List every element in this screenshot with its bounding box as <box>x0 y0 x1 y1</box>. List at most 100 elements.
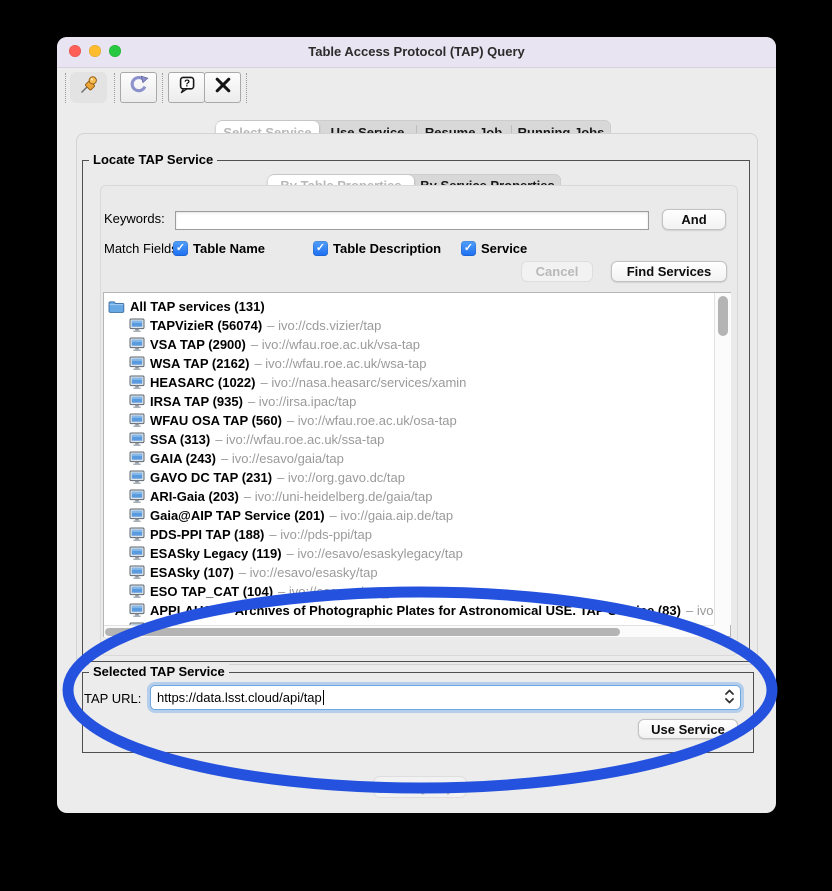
service-name: APPLAUSE – Archives of Photographic Plat… <box>150 603 681 618</box>
service-monitor-icon <box>129 375 145 390</box>
service-name: ESASky Legacy (119) <box>150 546 282 561</box>
help-icon: ? <box>177 75 197 100</box>
tap-url-combobox[interactable]: https://data.lsst.cloud/api/tap <box>150 685 741 710</box>
service-uri: – ivo://pds-ppi/tap <box>269 527 372 542</box>
keywords-input[interactable] <box>175 211 649 230</box>
service-monitor-icon <box>129 546 145 561</box>
service-name: WSA TAP (2162) <box>150 356 249 371</box>
folder-icon <box>108 300 125 314</box>
tree-row[interactable]: PDS-PPI TAP (188) – ivo://pds-ppi/tap <box>129 525 713 544</box>
match-field-table-name: ✓ Table Name <box>173 239 265 258</box>
checkbox-checked-icon[interactable]: ✓ <box>313 241 328 256</box>
reload-services-button[interactable] <box>120 72 157 103</box>
pin-window-button[interactable] <box>70 72 107 103</box>
scrollbar-corner <box>714 625 730 636</box>
find-services-button[interactable]: Find Services <box>611 261 727 282</box>
service-uri: – ivo://wfau.roe.ac.uk/vsa-tap <box>251 337 420 352</box>
cancel-button[interactable]: Cancel <box>521 261 593 282</box>
tree-row[interactable]: ESO TAP_CAT (104) – ivo://eso.org/tap_cat <box>129 582 713 601</box>
tap-url-value: https://data.lsst.cloud/api/tap <box>157 690 322 705</box>
tree-row[interactable]: HEASARC (1022) – ivo://nasa.heasarc/servi… <box>129 373 713 392</box>
service-uri: – ivo://cds.vizier/tap <box>267 318 381 333</box>
close-dialog-button[interactable] <box>204 72 241 103</box>
vertical-scrollbar-thumb[interactable] <box>718 296 728 336</box>
match-field-table-description: ✓ Table Description <box>313 239 441 258</box>
pushpin-icon <box>78 74 100 101</box>
horizontal-scrollbar[interactable] <box>104 625 714 637</box>
checkbox-label: Table Name <box>193 241 265 256</box>
tree-rows: All TAP services (131)TAPVizieR (56074)–… <box>104 293 713 625</box>
service-name: PDS-PPI TAP (188) <box>150 527 264 542</box>
service-uri: – ivo://www.p <box>686 603 713 618</box>
toolbar-separator <box>162 73 163 103</box>
help-button[interactable]: ? <box>168 72 205 103</box>
chevron-up-down-icon <box>723 687 736 709</box>
svg-text:?: ? <box>184 79 190 90</box>
window-title: Table Access Protocol (TAP) Query <box>57 37 776 67</box>
checkbox-label: Table Description <box>333 241 441 256</box>
tree-row[interactable]: Gaia@AIP TAP Service (201)– ivo://gaia.a… <box>129 506 713 525</box>
service-name: GAVO DC TAP (231) <box>150 470 272 485</box>
service-monitor-icon <box>129 413 145 428</box>
tree-row[interactable]: VSA TAP (2900)– ivo://wfau.roe.ac.uk/vsa… <box>129 335 713 354</box>
screenshot-canvas: Table Access Protocol (TAP) Query <box>0 0 832 891</box>
service-name: ESO TAP_CAT (104) <box>150 584 273 599</box>
match-fields-label: Match Fields: <box>104 239 181 258</box>
service-name: SSA (313) <box>150 432 210 447</box>
reload-icon <box>129 75 149 100</box>
service-name: TAPVizieR (56074) <box>150 318 262 333</box>
tree-root-all-tap-services[interactable]: All TAP services (131) <box>108 297 713 316</box>
service-monitor-icon <box>129 337 145 352</box>
tree-row[interactable]: APPLAUSE – Archives of Photographic Plat… <box>129 601 713 620</box>
run-query-button[interactable]: Run Query <box>373 776 467 798</box>
tree-row[interactable]: GAIA (243) – ivo://esavo/gaia/tap <box>129 449 713 468</box>
close-icon <box>213 75 233 100</box>
service-name: WFAU OSA TAP (560) <box>150 413 282 428</box>
selected-frame-title: Selected TAP Service <box>89 664 229 679</box>
tree-row[interactable]: WSA TAP (2162)– ivo://wfau.roe.ac.uk/wsa… <box>129 354 713 373</box>
vertical-scrollbar[interactable] <box>714 293 731 625</box>
use-service-button[interactable]: Use Service <box>638 719 738 739</box>
service-uri: – ivo://irsa.ipac/tap <box>248 394 356 409</box>
service-name: ESASky (107) <box>150 565 234 580</box>
toolbar-separator <box>246 73 247 103</box>
service-uri: – ivo://nasa.heasarc/services/xamin <box>260 375 466 390</box>
checkbox-checked-icon[interactable]: ✓ <box>173 241 188 256</box>
service-monitor-icon <box>129 470 145 485</box>
service-name: ARI-Gaia (203) <box>150 489 239 504</box>
service-monitor-icon <box>129 318 145 333</box>
service-name: HEASARC (1022) <box>150 375 255 390</box>
service-uri: – ivo://wfau.roe.ac.uk/osa-tap <box>287 413 457 428</box>
tree-row[interactable]: WFAU OSA TAP (560) – ivo://wfau.roe.ac.uk… <box>129 411 713 430</box>
tree-row[interactable]: ESASky (107) – ivo://esavo/esasky/tap <box>129 563 713 582</box>
tree-row[interactable]: ESASky Legacy (119) – ivo://esavo/esaskyl… <box>129 544 713 563</box>
service-monitor-icon <box>129 565 145 580</box>
service-monitor-icon <box>129 394 145 409</box>
tree-row[interactable]: SSA (313) – ivo://wfau.roe.ac.uk/ssa-tap <box>129 430 713 449</box>
tap-url-label: TAP URL: <box>84 687 141 711</box>
service-name: GAIA (243) <box>150 451 216 466</box>
tree-row[interactable]: GAVO DC TAP (231) – ivo://org.gavo.dc/tap <box>129 468 713 487</box>
service-uri: – ivo://eso.org/tap_cat <box>278 584 406 599</box>
service-monitor-icon <box>129 451 145 466</box>
tree-row[interactable]: IRSA TAP (935)– ivo://irsa.ipac/tap <box>129 392 713 411</box>
service-monitor-icon <box>129 356 145 371</box>
service-uri: – ivo://esavo/gaia/tap <box>221 451 344 466</box>
and-or-toggle-button[interactable]: And <box>662 209 726 230</box>
text-caret <box>323 690 325 705</box>
service-uri: – ivo://uni-heidelberg.de/gaia/tap <box>244 489 433 504</box>
combobox-stepper[interactable] <box>721 688 738 707</box>
horizontal-scrollbar-thumb[interactable] <box>105 628 620 636</box>
locate-frame-title: Locate TAP Service <box>89 152 217 167</box>
service-monitor-icon <box>129 584 145 599</box>
service-monitor-icon <box>129 432 145 447</box>
tree-row[interactable]: ARI-Gaia (203) – ivo://uni-heidelberg.de/… <box>129 487 713 506</box>
service-uri: – ivo://org.gavo.dc/tap <box>277 470 405 485</box>
service-uri: – ivo://esavo/esaskylegacy/tap <box>287 546 463 561</box>
service-uri: – ivo://gaia.aip.de/tap <box>330 508 454 523</box>
checkbox-checked-icon[interactable]: ✓ <box>461 241 476 256</box>
service-uri: – ivo://wfau.roe.ac.uk/ssa-tap <box>215 432 384 447</box>
tree-row[interactable]: TAPVizieR (56074) – ivo://cds.vizier/tap <box>129 316 713 335</box>
service-uri: – ivo://esavo/esasky/tap <box>239 565 378 580</box>
service-monitor-icon <box>129 489 145 504</box>
